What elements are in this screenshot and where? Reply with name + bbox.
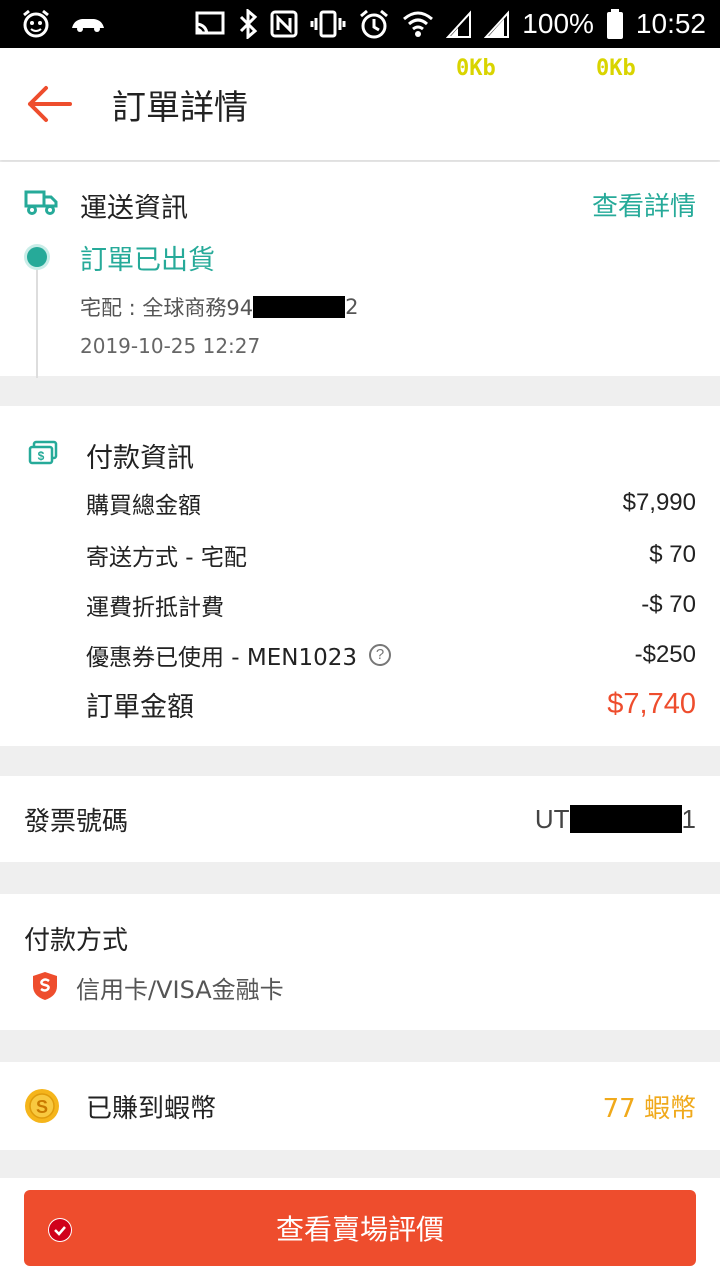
order-total-value: $7,740	[607, 687, 696, 720]
vibrate-icon	[310, 9, 346, 39]
payment-method-value: 信用卡/VISA金融卡	[76, 976, 284, 1004]
timeline-dot	[27, 247, 47, 267]
invoice-prefix: UT	[534, 803, 570, 834]
invoice-label: 發票號碼	[24, 806, 129, 837]
shipping-date: 2019-10-25 12:27	[80, 334, 261, 358]
order-total-row: 訂單金額 $7,740	[86, 686, 696, 723]
net-speed-right: 0Kb	[596, 56, 636, 81]
cast-icon	[194, 10, 226, 38]
subtotal-value: $7,990	[622, 489, 696, 516]
timeline-line	[36, 258, 38, 378]
voucher-value: -$250	[634, 641, 696, 668]
shield-icon	[30, 970, 60, 1006]
help-icon[interactable]: ?	[369, 644, 392, 666]
invoice-section: 發票號碼 UT 1	[0, 776, 720, 862]
status-bar: 100% 10:52	[0, 0, 720, 48]
invoice-suffix: 1	[681, 803, 696, 834]
coin-icon: S	[24, 1088, 60, 1128]
courier-info: 宅配 : 全球商務94 2	[80, 292, 359, 322]
shipping-discount-label: 運費折抵計費	[86, 595, 224, 621]
order-total-label: 訂單金額	[86, 691, 194, 723]
truck-icon	[24, 188, 58, 220]
check-badge-icon	[48, 1218, 72, 1242]
alarm-clock-icon	[358, 8, 390, 40]
svg-text:S: S	[36, 1097, 48, 1117]
shipping-fee-value: $ 70	[649, 541, 696, 568]
courier-text-suffix: 2	[345, 295, 359, 319]
invoice-number: UT 1	[535, 804, 696, 835]
coins-section: S 已賺到蝦幣 77 蝦幣	[0, 1062, 720, 1150]
voucher-row: 優惠券已使用 - MEN1023 ? -$250	[86, 638, 696, 672]
bottom-action-bar: 查看賣場評價	[0, 1178, 720, 1280]
shipping-status: 訂單已出貨	[80, 245, 215, 276]
subtotal-label: 購買總金額	[86, 493, 201, 519]
coins-value: 77 蝦幣	[602, 1094, 696, 1124]
battery-icon	[606, 8, 624, 40]
courier-text-prefix: 宅配 : 全球商務94	[80, 296, 254, 320]
shipping-fee-row: 寄送方式 - 宅配 $ 70	[86, 538, 696, 572]
svg-text:$: $	[38, 449, 45, 463]
bluetooth-icon	[238, 9, 258, 39]
battery-percent: 100%	[522, 8, 594, 39]
clock: 10:52	[635, 8, 706, 39]
shipping-section: 運送資訊 查看詳情 訂單已出貨 宅配 : 全球商務94 2 2019-10-25…	[0, 162, 720, 378]
car-icon	[70, 12, 106, 36]
view-shop-ratings-button[interactable]: 查看賣場評價	[24, 1190, 696, 1266]
wifi-icon	[402, 9, 434, 39]
page-title: 訂單詳情	[112, 88, 248, 128]
shipping-discount-value: -$ 70	[641, 591, 696, 618]
signal-2-icon	[484, 9, 510, 39]
net-speed-left: 0Kb	[456, 56, 496, 81]
arrow-left-icon	[28, 86, 72, 122]
payment-info-title: 付款資訊	[86, 443, 194, 474]
money-icon: $	[28, 440, 58, 470]
view-details-link[interactable]: 查看詳情	[592, 186, 696, 223]
payment-method-section: 付款方式 信用卡/VISA金融卡	[0, 894, 720, 1030]
voucher-label: 優惠券已使用 - MEN1023	[86, 645, 358, 671]
voucher-label-wrap: 優惠券已使用 - MEN1023 ?	[86, 638, 392, 672]
shipping-title: 運送資訊	[80, 193, 188, 224]
coins-label: 已賺到蝦幣	[86, 1094, 217, 1124]
back-button[interactable]	[24, 82, 76, 126]
alarm-app-icon	[20, 8, 52, 40]
payment-method-label: 付款方式	[24, 926, 129, 956]
subtotal-row: 購買總金額 $7,990	[86, 486, 696, 520]
signal-1-icon	[446, 9, 472, 39]
shipping-fee-label: 寄送方式 - 宅配	[86, 545, 247, 571]
payment-info-section: $ 付款資訊 購買總金額 $7,990 寄送方式 - 宅配 $ 70 運費折抵計…	[0, 406, 720, 746]
view-shop-ratings-label: 查看賣場評價	[275, 1213, 444, 1246]
nfc-icon	[270, 10, 298, 38]
shipping-discount-row: 運費折抵計費 -$ 70	[86, 588, 696, 622]
redacted-tracking	[253, 296, 346, 318]
redacted-invoice	[569, 805, 682, 833]
app-header: 訂單詳情 0Kb 0Kb	[0, 48, 720, 160]
